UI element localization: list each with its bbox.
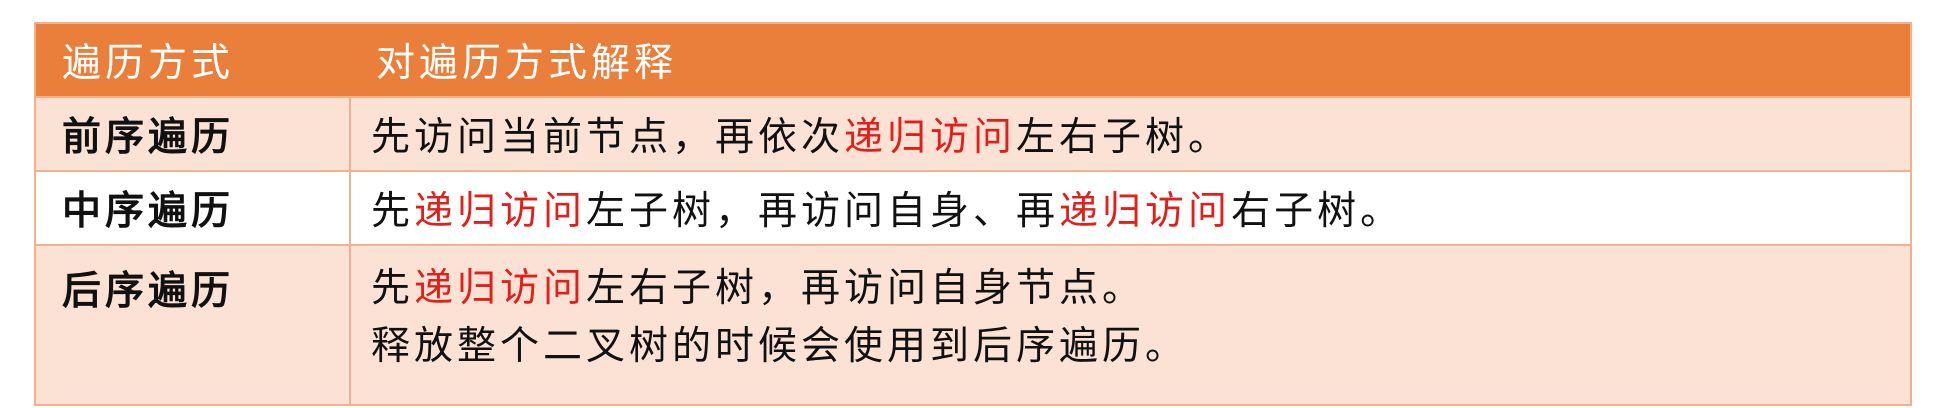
desc-highlight: 递归访问 bbox=[414, 189, 587, 234]
traversal-table: 遍历方式 对遍历方式解释 前序遍历 先访问当前节点，再依次递归访问左右子树。 中… bbox=[34, 22, 1912, 406]
desc-highlight: 递归访问 bbox=[414, 266, 587, 311]
description-cell: 先递归访问左子树，再访问自身、再递归访问右子树。 bbox=[350, 170, 1910, 245]
desc-highlight: 递归访问 bbox=[844, 115, 1017, 160]
header-method: 遍历方式 bbox=[36, 24, 350, 97]
header-row: 遍历方式 对遍历方式解释 bbox=[36, 24, 1910, 97]
desc-text: 左右子树，再访问自身节点。 bbox=[586, 266, 1146, 311]
desc-line-1: 先递归访问左右子树，再访问自身节点。 bbox=[371, 260, 1910, 318]
table-row-preorder: 前序遍历 先访问当前节点，再依次递归访问左右子树。 bbox=[36, 96, 1910, 171]
table-row-inorder: 中序遍历 先递归访问左子树，再访问自身、再递归访问右子树。 bbox=[36, 170, 1910, 245]
header-description: 对遍历方式解释 bbox=[350, 24, 1910, 97]
description-cell: 先递归访问左右子树，再访问自身节点。 释放整个二叉树的时候会使用到后序遍历。 bbox=[350, 244, 1910, 404]
method-cell: 前序遍历 bbox=[36, 96, 351, 171]
traversal-table-grid: 遍历方式 对遍历方式解释 前序遍历 先访问当前节点，再依次递归访问左右子树。 中… bbox=[36, 24, 1910, 404]
desc-highlight: 递归访问 bbox=[1059, 189, 1232, 234]
desc-text: 先 bbox=[371, 189, 415, 234]
table-header: 遍历方式 对遍历方式解释 bbox=[36, 24, 1910, 97]
method-cell: 后序遍历 bbox=[36, 244, 351, 404]
description-cell: 先访问当前节点，再依次递归访问左右子树。 bbox=[350, 96, 1910, 171]
desc-text: 右子树。 bbox=[1231, 189, 1404, 234]
method-cell: 中序遍历 bbox=[36, 170, 351, 245]
desc-text: 左子树，再访问自身、再 bbox=[586, 189, 1060, 234]
table-row-postorder: 后序遍历 先递归访问左右子树，再访问自身节点。 释放整个二叉树的时候会使用到后序… bbox=[36, 244, 1910, 404]
desc-line-2: 释放整个二叉树的时候会使用到后序遍历。 bbox=[371, 324, 1189, 369]
table-body: 前序遍历 先访问当前节点，再依次递归访问左右子树。 中序遍历 先递归访问左子树，… bbox=[36, 96, 1910, 404]
desc-text: 先访问当前节点，再依次 bbox=[371, 115, 845, 160]
desc-text: 左右子树。 bbox=[1016, 115, 1232, 160]
desc-text: 先 bbox=[371, 266, 415, 311]
